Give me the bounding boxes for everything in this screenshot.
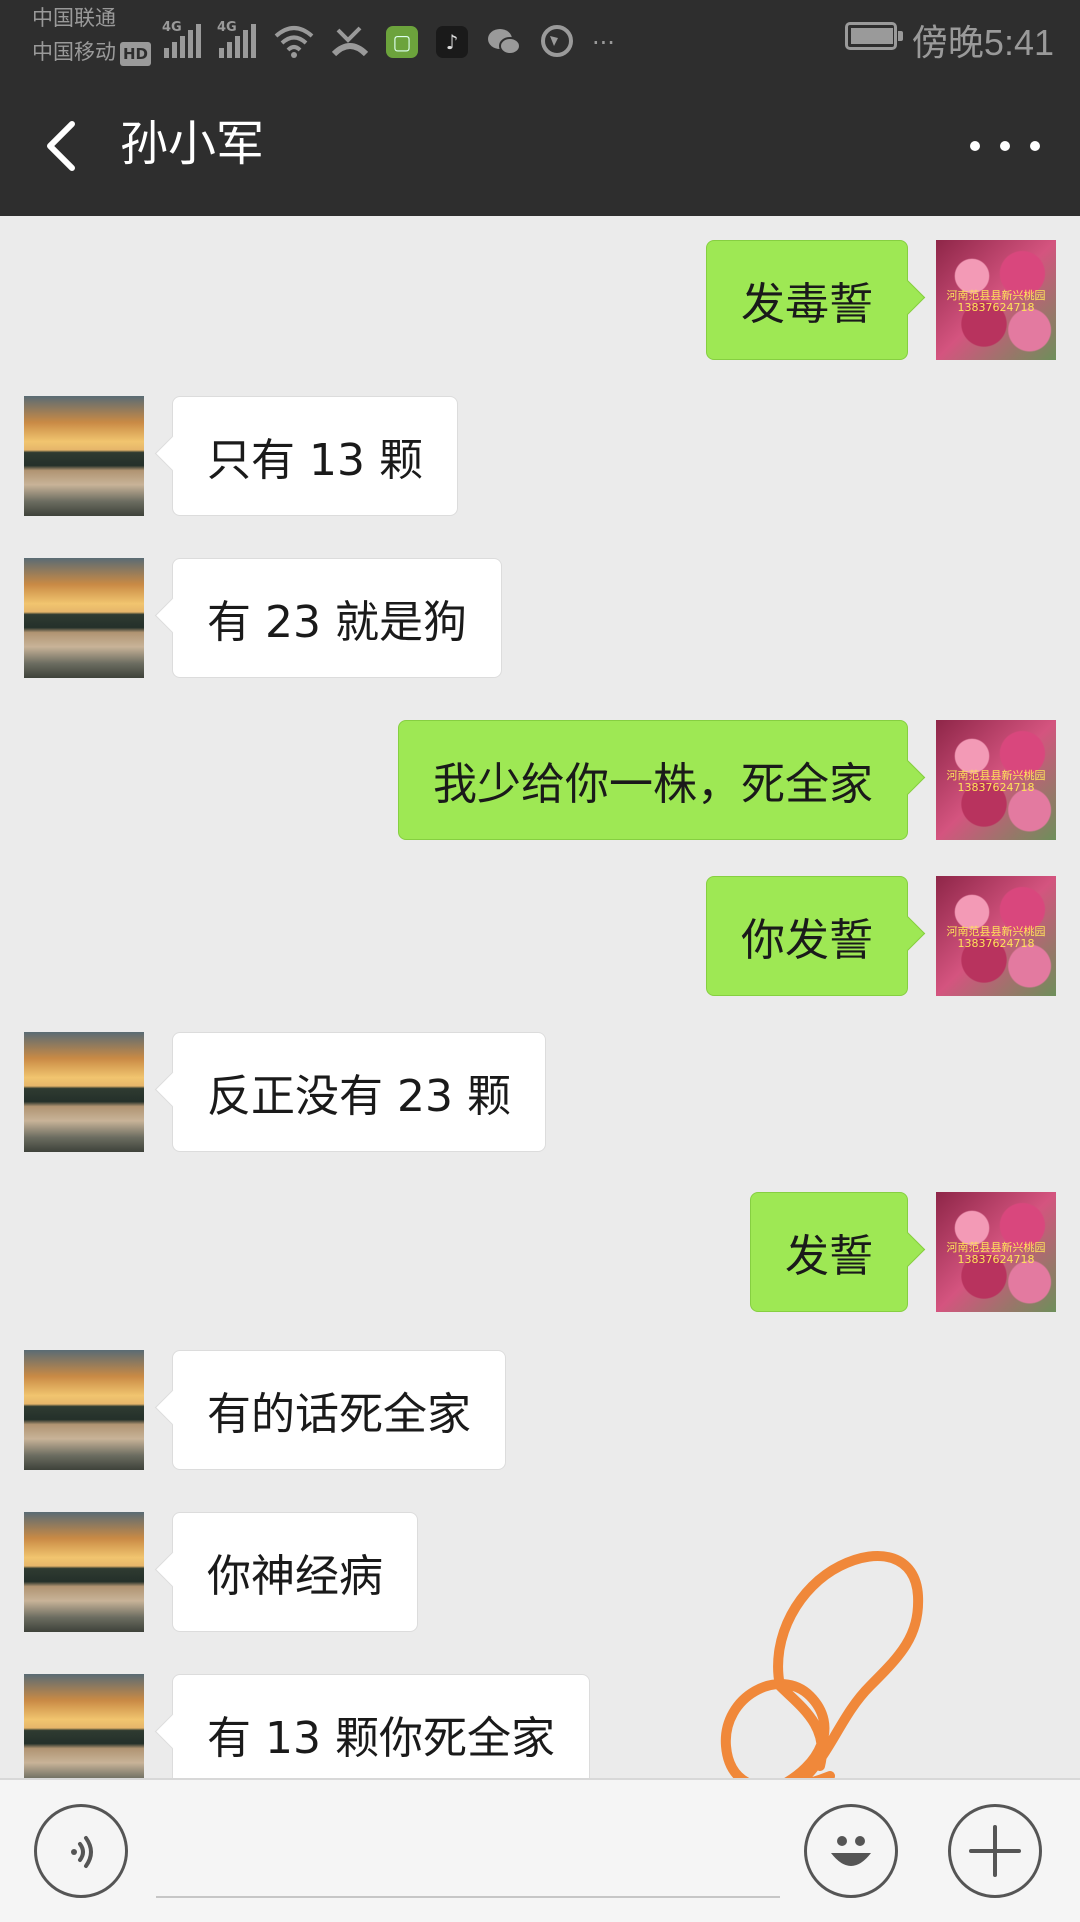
signal-icon-2: 4G [217, 20, 256, 58]
message-text: 反正没有 23 颗 [207, 1071, 511, 1122]
browser-icon [541, 25, 573, 57]
contact-avatar[interactable] [24, 396, 144, 516]
wifi-icon [274, 26, 314, 58]
missed-call-icon [332, 26, 368, 57]
clock: 傍晚5:41 [911, 22, 1054, 63]
hand-drawn-annotation [720, 1551, 924, 1778]
contact-avatar[interactable] [24, 1512, 144, 1632]
voice-icon[interactable] [34, 1804, 128, 1898]
status-bar: 中国联通 中国移动 HD 4G 4G ▢ ♪ ··· 傍晚5:41 [0, 0, 1080, 76]
chevron-left-icon[interactable] [36, 114, 96, 178]
network-type-2: 4G [217, 20, 237, 35]
message-text: 有的话死全家 [207, 1389, 471, 1440]
more-notifications: ··· [592, 29, 615, 57]
contact-avatar[interactable] [24, 1032, 144, 1152]
chat-header: 孙小军 [0, 76, 1080, 216]
message-text: 你神经病 [207, 1551, 383, 1602]
hd-badge: HD [120, 42, 152, 66]
message-input[interactable] [156, 1896, 780, 1898]
message-bubble-outgoing[interactable]: 发毒誓 [706, 240, 908, 360]
status-icons: 4G 4G ▢ ♪ ··· [162, 18, 615, 58]
app-icon: ▢ [386, 26, 418, 58]
message-text: 发毒誓 [741, 279, 873, 330]
chat-title: 孙小军 [120, 116, 265, 172]
message-text: 发誓 [785, 1231, 873, 1282]
tiktok-icon: ♪ [436, 26, 468, 58]
message-bubble-outgoing[interactable]: 发誓 [750, 1192, 908, 1312]
self-avatar[interactable]: 河南范县县新兴桃园 13837624718 [936, 1192, 1056, 1312]
message-bubble-incoming[interactable]: 反正没有 23 颗 [172, 1032, 546, 1152]
contact-avatar[interactable] [24, 558, 144, 678]
message-text: 你发誓 [741, 915, 873, 966]
message-list[interactable]: 发毒誓 河南范县县新兴桃园 13837624718 只有 13 颗 有 23 就是… [0, 216, 1080, 1778]
message-text: 有 13 颗你死全家 [207, 1713, 555, 1764]
carrier-2-label: 中国移动 [32, 40, 116, 64]
message-bubble-incoming[interactable]: 有 13 颗你死全家 [172, 1674, 590, 1778]
carrier-1: 中国联通 [32, 6, 116, 30]
message-text: 我少给你一株，死全家 [433, 759, 873, 810]
emoji-icon[interactable] [804, 1804, 898, 1898]
signal-icon: 4G [162, 20, 201, 58]
network-type-1: 4G [162, 20, 182, 35]
message-bubble-incoming[interactable]: 你神经病 [172, 1512, 418, 1632]
message-text: 有 23 就是狗 [207, 597, 467, 648]
avatar-watermark-phone: 13837624718 [957, 1253, 1035, 1266]
contact-avatar[interactable] [24, 1350, 144, 1470]
more-dots-icon[interactable] [970, 128, 1040, 164]
message-bubble-incoming[interactable]: 只有 13 颗 [172, 396, 458, 516]
plus-icon[interactable] [948, 1804, 1042, 1898]
message-bubble-outgoing[interactable]: 你发誓 [706, 876, 908, 996]
avatar-watermark-phone: 13837624718 [957, 301, 1035, 314]
self-avatar[interactable]: 河南范县县新兴桃园 13837624718 [936, 876, 1056, 996]
self-avatar[interactable]: 河南范县县新兴桃园 13837624718 [936, 720, 1056, 840]
wechat-icon [488, 29, 521, 55]
message-bubble-incoming[interactable]: 有 23 就是狗 [172, 558, 502, 678]
input-bar [0, 1778, 1080, 1922]
avatar-watermark-phone: 13837624718 [957, 781, 1035, 794]
message-bubble-incoming[interactable]: 有的话死全家 [172, 1350, 506, 1470]
message-text: 只有 13 颗 [207, 435, 423, 486]
battery-icon [845, 22, 903, 50]
carrier-2: 中国移动 HD [32, 40, 152, 66]
self-avatar[interactable]: 河南范县县新兴桃园 13837624718 [936, 240, 1056, 360]
contact-avatar[interactable] [24, 1674, 144, 1778]
message-bubble-outgoing[interactable]: 我少给你一株，死全家 [398, 720, 908, 840]
avatar-watermark-phone: 13837624718 [957, 937, 1035, 950]
